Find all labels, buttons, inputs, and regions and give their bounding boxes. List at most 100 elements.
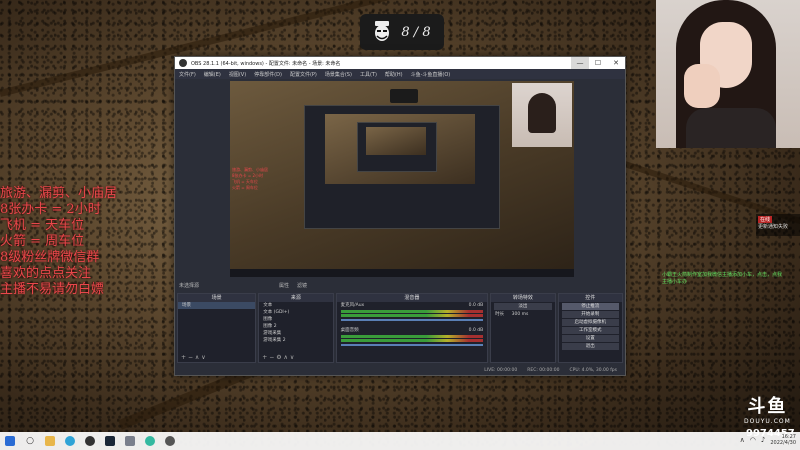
volume-fader[interactable] <box>340 344 484 346</box>
steam-icon[interactable] <box>100 432 120 450</box>
obs-icon[interactable] <box>80 432 100 450</box>
green-note: 小霸王火箭制作室加我微信主播添加小车，点击，点我主播小车办 <box>662 272 783 285</box>
up-icon[interactable]: ∧ <box>195 354 199 361</box>
menu-edit[interactable]: 编辑(E) <box>204 71 221 78</box>
no-source-label: 未选择源 <box>179 283 200 289</box>
duration-label: 时长 <box>495 312 505 317</box>
search-icon[interactable]: ○ <box>20 432 40 450</box>
obs-titlebar[interactable]: OBS 28.1.1 (64-bit, windows) - 配置文件: 未命名… <box>175 57 625 69</box>
file-explorer-icon[interactable] <box>40 432 60 450</box>
duration-input[interactable]: 300 ms <box>512 312 529 317</box>
stop-stream-button[interactable]: 停止推流 <box>561 303 619 310</box>
preview-taskbar <box>230 269 574 277</box>
nested-preview-2 <box>366 127 426 155</box>
channel-level: 0.0 dB <box>468 328 484 333</box>
volume-meter <box>340 310 484 313</box>
overlay-line: 旅游、漏剪、小庙居 <box>0 186 118 201</box>
webcam-feed <box>656 0 800 148</box>
douyu-mark: 斗鱼 <box>747 396 788 417</box>
source-item[interactable]: 文本 <box>259 302 332 309</box>
controls-dock: 控件 停止推流 开始录制 启动虚拟摄像机 工作室模式 设置 退出 <box>557 293 623 363</box>
nested-obs-window <box>304 105 500 229</box>
windows-taskbar: ○ ∧ ◠ ♪ 16:27 2022/4/30 <box>0 432 800 450</box>
sources-header: 来源 <box>259 294 333 302</box>
app-icon[interactable] <box>120 432 140 450</box>
mask-icon <box>375 21 390 41</box>
obs-statusbar: LIVE: 00:00:00 REC: 00:00:00 CPU: 4.0%, … <box>175 365 625 375</box>
obs-icon-2[interactable] <box>160 432 180 450</box>
notice-panel: 在线 更新通知失败 <box>756 214 800 236</box>
edge-icon-2[interactable] <box>140 432 160 450</box>
scenes-footer: + − ∧ ∨ <box>178 354 255 362</box>
cpu-status: CPU: 4.0%, 30.00 fps <box>569 367 618 373</box>
minimize-button[interactable]: — <box>571 57 589 69</box>
preview-webcam <box>512 83 572 147</box>
volume-meter <box>340 339 484 342</box>
gear-icon[interactable]: ⚙ <box>276 354 281 361</box>
source-item[interactable]: 图像 <box>259 316 332 323</box>
obs-title: OBS 28.1.1 (64-bit, windows) - 配置文件: 未命名… <box>191 60 341 67</box>
volume-fader[interactable] <box>340 319 484 321</box>
add-icon[interactable]: + <box>181 354 186 361</box>
obs-icon <box>179 59 187 67</box>
remove-icon[interactable]: − <box>269 354 274 361</box>
menu-docks[interactable]: 停靠部件(D) <box>254 71 282 78</box>
menu-help[interactable]: 帮助(H) <box>385 71 403 78</box>
scene-item[interactable]: 场景 <box>178 302 256 309</box>
overlay-line: 喜欢的点点关注 <box>0 266 92 281</box>
menu-file[interactable]: 文件(F) <box>179 71 196 78</box>
windows-start-icon[interactable] <box>0 432 20 450</box>
clock[interactable]: 16:27 2022/4/30 <box>770 434 796 446</box>
settings-button[interactable]: 设置 <box>561 335 619 342</box>
studio-mode-button[interactable]: 工作室模式 <box>561 327 619 334</box>
virtual-camera-button[interactable]: 启动虚拟摄像机 <box>561 319 619 326</box>
obs-preview[interactable]: 旅游、漏剪、小庙居 8张办卡 = 2小时 飞机 = 天车位 火箭 = 周车位 <box>230 81 574 277</box>
mixer-header: 混音器 <box>336 294 488 302</box>
obs-menubar: 文件(F) 编辑(E) 视图(V) 停靠部件(D) 配置文件(P) 场景集合(S… <box>175 69 625 79</box>
chevron-up-icon[interactable]: ∧ <box>740 436 745 444</box>
source-item[interactable]: 文本 (GDI+) <box>259 309 332 316</box>
douyu-logo: 斗鱼 DOUYU.COM <box>744 392 791 425</box>
start-recording-button[interactable]: 开始录制 <box>561 311 619 318</box>
maximize-button[interactable]: ☐ <box>589 57 607 69</box>
source-item[interactable]: 游戏采集 2 <box>259 337 332 344</box>
source-item[interactable]: 图像 2 <box>259 323 332 330</box>
preview-badge <box>390 89 418 103</box>
system-tray: ∧ ◠ ♪ 16:27 2022/4/30 <box>740 434 796 446</box>
volume-meter <box>340 314 484 317</box>
channel-name: 麦克风/Aux <box>340 303 365 308</box>
remove-icon[interactable]: − <box>188 354 193 361</box>
menu-douyu[interactable]: 斗鱼-斗鱼直播(O) <box>411 71 451 78</box>
menu-view[interactable]: 视图(V) <box>229 71 246 78</box>
down-icon[interactable]: ∨ <box>290 354 294 361</box>
source-item[interactable]: 游戏采集 <box>259 330 332 337</box>
window-controls: — ☐ ✕ <box>571 57 625 69</box>
menu-tools[interactable]: 工具(T) <box>360 71 377 78</box>
menu-profile[interactable]: 配置文件(P) <box>290 71 317 78</box>
stream-badge: 8 / 8 <box>360 14 444 50</box>
filters-button[interactable]: 滤镜 <box>297 282 307 289</box>
network-icon[interactable]: ◠ <box>750 436 756 444</box>
edge-icon[interactable] <box>60 432 80 450</box>
overlay-line: 主播不易请勿白嫖 <box>0 282 105 297</box>
add-icon[interactable]: + <box>262 354 267 361</box>
controls-header: 控件 <box>558 294 622 302</box>
duration-row: 时长 300 ms <box>491 311 554 318</box>
channel-level: 0.0 dB <box>468 303 484 308</box>
transition-select[interactable]: 淡出 <box>494 303 552 310</box>
obs-window: OBS 28.1.1 (64-bit, windows) - 配置文件: 未命名… <box>174 56 626 376</box>
volume-meter <box>340 335 484 338</box>
up-icon[interactable]: ∧ <box>284 354 288 361</box>
nested-obs-window-2 <box>357 122 437 172</box>
exit-button[interactable]: 退出 <box>561 343 619 350</box>
volume-icon[interactable]: ♪ <box>761 436 765 444</box>
transitions-header: 转场特效 <box>491 294 555 302</box>
transitions-dock: 转场特效 淡出 时长 300 ms <box>490 293 556 363</box>
down-icon[interactable]: ∨ <box>201 354 205 361</box>
webcam-hand <box>684 64 720 108</box>
webcam-shirt <box>686 108 776 148</box>
menu-scene-collection[interactable]: 场景集合(S) <box>325 71 352 78</box>
properties-button[interactable]: 属性 <box>279 282 289 289</box>
close-button[interactable]: ✕ <box>607 57 625 69</box>
overlay-text-block: 旅游、漏剪、小庙居 8张办卡 = 2小时 飞机 = 天车位 火箭 = 周车位 8… <box>0 186 117 298</box>
